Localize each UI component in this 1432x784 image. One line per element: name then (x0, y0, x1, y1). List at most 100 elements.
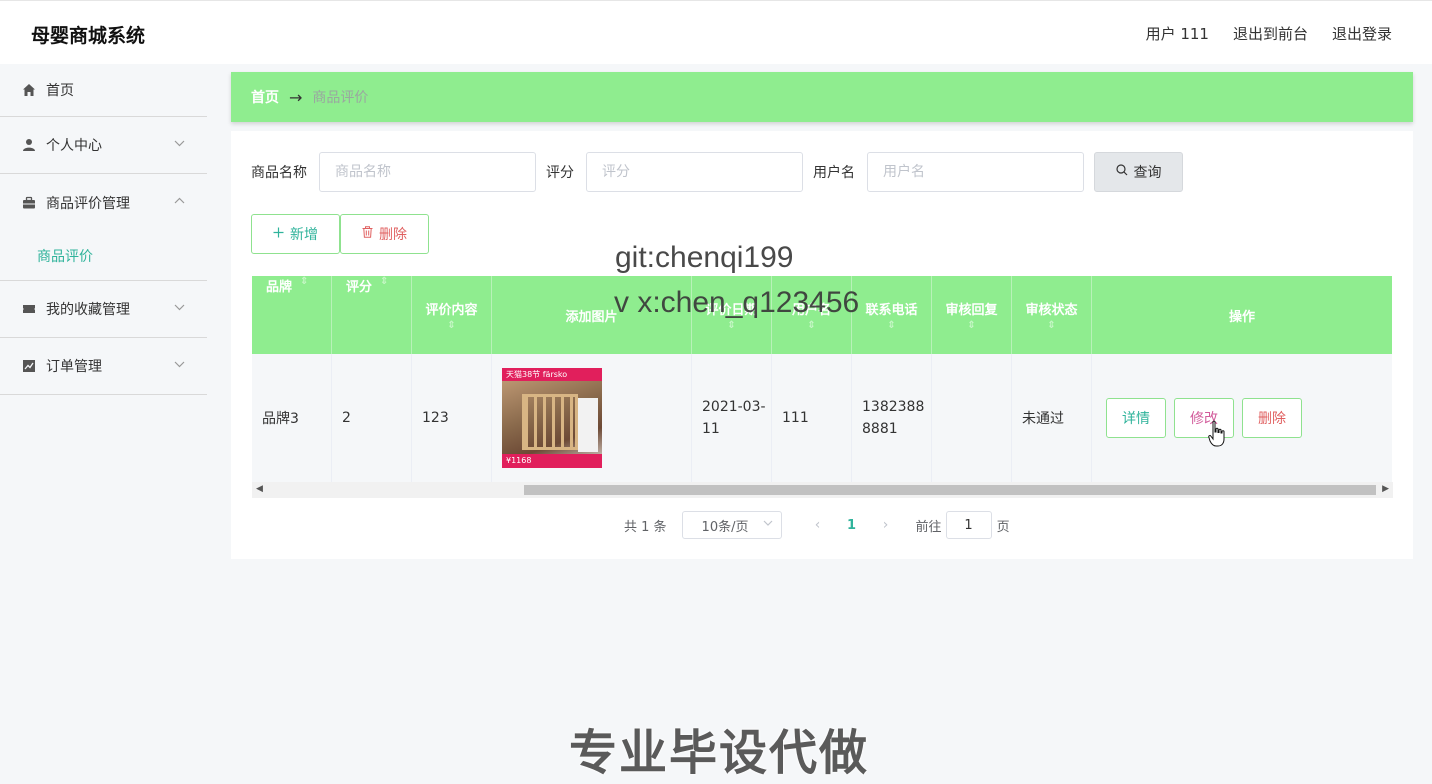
column-header-phone[interactable]: 联系电话 ⇕ (852, 276, 932, 354)
sidebar-item-product-review[interactable]: 商品评价 (0, 231, 207, 281)
breadcrumb-home[interactable]: 首页 (251, 87, 279, 107)
search-form: 商品名称 评分 用户名 查询 (251, 152, 1183, 192)
product-name-label: 商品名称 (251, 165, 307, 181)
cell-date: 2021-03-11 (692, 354, 772, 482)
sidebar-item-home[interactable]: 首页 (0, 64, 207, 117)
delete-button-label: 删除 (379, 227, 407, 243)
image-top-text: 天猫38节 färsko (502, 368, 602, 381)
sort-icon[interactable]: ⇕ (807, 320, 815, 331)
chevron-down-icon (174, 137, 185, 150)
sidebar-item-personal-center[interactable]: 个人中心 (0, 117, 207, 174)
page-number-1[interactable]: 1 (832, 518, 872, 533)
cell-content: 123 (412, 354, 492, 482)
score-input[interactable] (586, 152, 803, 192)
sidebar-item-label: 首页 (46, 83, 74, 99)
page-size-select[interactable]: 10条/页 (681, 511, 782, 539)
main-panel: 商品名称 评分 用户名 查询 新增 删除 品牌 (231, 131, 1413, 559)
page-unit-label: 页 (996, 519, 1010, 535)
image-side-panel (578, 398, 598, 452)
exit-to-front-link[interactable]: 退出到前台 (1233, 23, 1308, 44)
cell-reply (932, 354, 1012, 482)
scroll-right-icon[interactable]: ▶ (1382, 484, 1389, 494)
sidebar-item-label: 我的收藏管理 (46, 302, 130, 318)
search-icon (1115, 164, 1128, 180)
pagination: 共 1 条 10条/页 ‹ 1 › 前往 页 (624, 511, 1010, 539)
watermark-contact: v x:chen_q123456 (614, 286, 860, 319)
cell-phone: 13823888881 (852, 354, 932, 482)
crib-graphic (522, 394, 578, 450)
home-icon (21, 82, 37, 98)
app-title: 母婴商城系统 (31, 25, 146, 47)
sort-icon[interactable]: ⇕ (380, 276, 388, 287)
add-button-label: 新增 (290, 227, 318, 243)
goto-label: 前往 (915, 519, 942, 535)
top-header: 母婴商城系统 用户 111 退出到前台 退出登录 (0, 0, 1432, 64)
trash-icon (362, 226, 373, 242)
chevron-up-icon (174, 194, 185, 207)
image-price-text: ¥1168 (502, 454, 602, 468)
hand-cursor-icon (1208, 420, 1225, 447)
arrow-right-icon: → (289, 87, 303, 107)
current-user: 用户 111 (1145, 25, 1209, 43)
sidebar-item-label: 个人中心 (46, 138, 102, 154)
promo-caption: 专业毕设代做 (569, 725, 870, 781)
cell-status: 未通过 (1012, 354, 1092, 482)
logout-link[interactable]: 退出登录 (1332, 23, 1392, 44)
cell-operations: 详情 修改 删除 (1092, 354, 1392, 482)
delete-button[interactable]: 删除 (1242, 398, 1302, 438)
breadcrumb-current: 商品评价 (312, 90, 369, 106)
user-icon (21, 137, 37, 153)
query-button[interactable]: 查询 (1094, 152, 1183, 192)
cell-image: 天猫38节 färsko ¥1168 (492, 354, 692, 482)
column-header-content[interactable]: 评价内容 ⇕ (412, 276, 492, 354)
cell-username: 111 (772, 354, 852, 482)
score-label: 评分 (546, 165, 574, 181)
goto-page-input[interactable] (945, 511, 992, 539)
prev-page-button[interactable]: ‹ (804, 517, 832, 533)
add-button[interactable]: 新增 (251, 214, 340, 254)
breadcrumb: 首页 → 商品评价 (231, 72, 1413, 122)
sort-icon[interactable]: ⇕ (447, 320, 455, 331)
sort-icon[interactable]: ⇕ (1047, 320, 1055, 331)
scrollbar-thumb[interactable] (524, 485, 1376, 495)
table-row: 品牌3 2 123 天猫38节 färsko ¥1168 2021-03-11 … (252, 354, 1392, 482)
briefcase-icon (21, 195, 37, 211)
watermark-git: git:chenqi199 (615, 241, 794, 274)
sidebar-item-favorites-management[interactable]: 我的收藏管理 (0, 281, 207, 338)
sort-icon[interactable]: ⇕ (300, 276, 308, 287)
plus-icon (273, 226, 284, 242)
chevron-down-icon (174, 301, 185, 314)
product-image[interactable]: 天猫38节 färsko ¥1168 (502, 368, 602, 468)
sidebar-item-review-management[interactable]: 商品评价管理 (0, 174, 207, 231)
scroll-left-icon[interactable]: ◀ (256, 484, 263, 494)
query-button-label: 查询 (1133, 165, 1162, 181)
sidebar-item-label: 商品评价管理 (46, 195, 130, 212)
column-header-operations: 操作 (1228, 309, 1255, 325)
detail-button[interactable]: 详情 (1106, 398, 1166, 438)
column-header-status[interactable]: 审核状态 ⇕ (1012, 276, 1092, 354)
product-name-input[interactable] (319, 152, 536, 192)
cell-score: 2 (332, 354, 412, 482)
pagination-total: 共 1 条 (624, 519, 667, 535)
ticket-icon (21, 301, 37, 317)
sort-icon[interactable]: ⇕ (967, 320, 975, 331)
action-bar: 新增 删除 (251, 214, 429, 254)
sidebar-item-label: 订单管理 (46, 359, 102, 375)
sidebar-item-order-management[interactable]: 订单管理 (0, 338, 207, 395)
username-input[interactable] (867, 152, 1084, 192)
column-header-score[interactable]: 评分 ⇕ (332, 276, 412, 354)
header-user-area: 用户 111 退出到前台 退出登录 (1146, 23, 1392, 44)
chevron-down-icon (174, 358, 185, 371)
batch-delete-button[interactable]: 删除 (340, 214, 429, 254)
sort-icon[interactable]: ⇕ (727, 320, 735, 331)
page-size-value: 10条/页 (701, 519, 749, 535)
column-header-brand[interactable]: 品牌 ⇕ (252, 276, 332, 354)
next-page-button[interactable]: › (872, 517, 900, 533)
column-header-reply[interactable]: 审核回复 ⇕ (932, 276, 1012, 354)
username-label: 用户名 (813, 165, 855, 181)
chart-icon (21, 358, 37, 374)
cell-brand: 品牌3 (252, 354, 332, 482)
sort-icon[interactable]: ⇕ (887, 320, 895, 331)
chevron-down-icon (763, 518, 773, 531)
horizontal-scrollbar[interactable]: ◀ ▶ (252, 482, 1393, 498)
